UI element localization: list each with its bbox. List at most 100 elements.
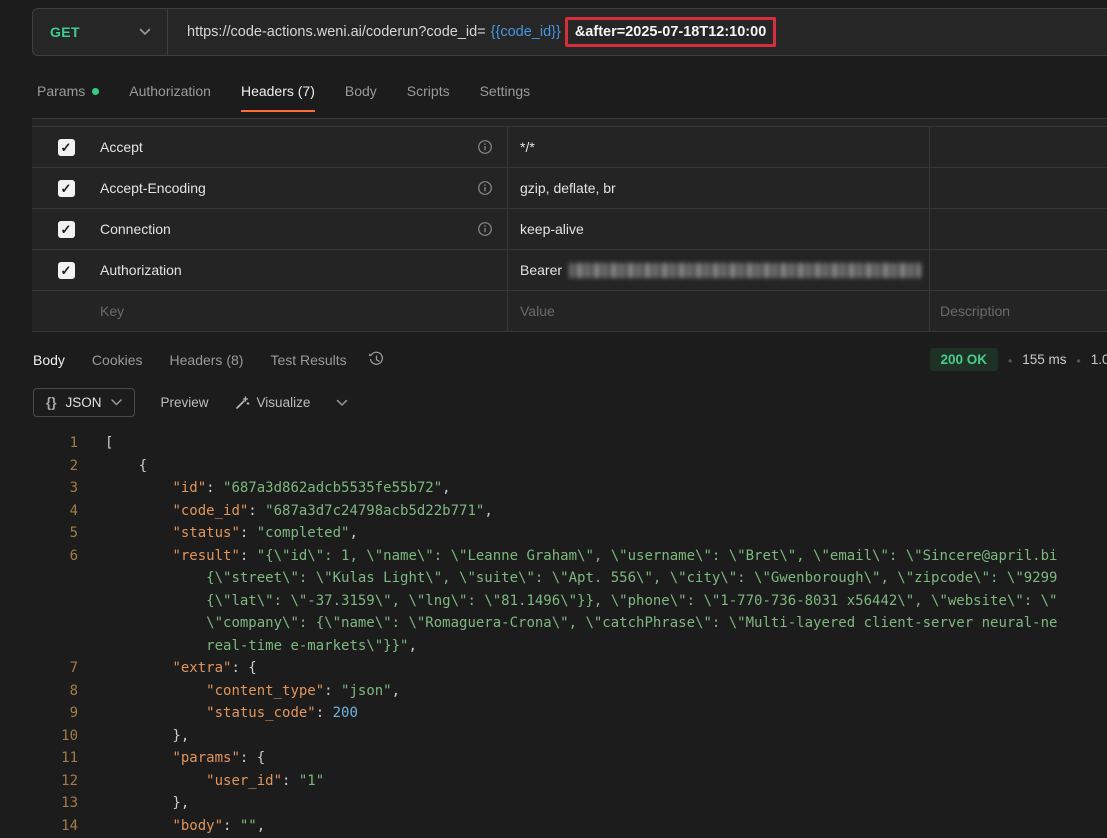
line-number: 1: [0, 432, 78, 455]
url-bar: GET https://code-actions.weni.ai/coderun…: [32, 8, 1107, 56]
tab-body[interactable]: Body: [345, 83, 377, 112]
code-line: 12 "user_id": "1": [0, 770, 1107, 793]
url-input[interactable]: https://code-actions.weni.ai/coderun?cod…: [168, 17, 776, 47]
method-label: GET: [50, 24, 80, 40]
response-tab-cookies[interactable]: Cookies: [92, 352, 143, 368]
header-key[interactable]: Connection: [100, 221, 171, 237]
params-green-dot-icon: [92, 88, 99, 95]
tab-settings[interactable]: Settings: [480, 83, 531, 112]
code-line: 3 "id": "687a3d862adcb5535fe55b72",: [0, 477, 1107, 500]
description-cell[interactable]: [930, 209, 1107, 249]
code-line: 8 "content_type": "json",: [0, 680, 1107, 703]
line-number: 5: [0, 522, 78, 545]
status-badge[interactable]: 200 OK: [930, 348, 999, 371]
row-checkbox[interactable]: [58, 221, 75, 238]
row-checkbox[interactable]: [58, 139, 75, 156]
chevron-down-icon: [111, 399, 122, 406]
preview-label: Preview: [161, 395, 209, 410]
visualize-label: Visualize: [257, 395, 311, 410]
code-line: 13 },: [0, 792, 1107, 815]
response-tab-test-results[interactable]: Test Results: [270, 352, 346, 368]
value-placeholder[interactable]: Value: [520, 303, 555, 319]
format-select[interactable]: {} JSON: [33, 388, 135, 417]
tab-authorization[interactable]: Authorization: [129, 83, 211, 112]
history-icon[interactable]: [368, 351, 385, 368]
header-value[interactable]: gzip, deflate, br: [520, 180, 616, 196]
key-cell: Accept: [100, 127, 508, 167]
code-line: 10 },: [0, 725, 1107, 748]
braces-icon: {}: [46, 395, 57, 410]
request-tabs: Params Authorization Headers (7) Body Sc…: [37, 83, 1107, 112]
key-placeholder[interactable]: Key: [100, 303, 124, 319]
line-number: [0, 612, 78, 635]
line-number: 12: [0, 770, 78, 793]
response-json-viewer[interactable]: 1[2 {3 "id": "687a3d862adcb5535fe55b72",…: [0, 432, 1107, 837]
checkbox-cell: [32, 221, 100, 238]
header-value[interactable]: */*: [520, 139, 535, 155]
code-line: \"company\": {\"name\": \"Romaguera-Cron…: [0, 612, 1107, 635]
response-tab-body[interactable]: Body: [33, 352, 65, 368]
code-lines: 1[2 {3 "id": "687a3d862adcb5535fe55b72",…: [0, 432, 1107, 837]
code-line: 1[: [0, 432, 1107, 455]
header-row-accept-encoding: Accept-Encoding gzip, deflate, br: [32, 168, 1107, 209]
visualize-button[interactable]: Visualize: [235, 395, 311, 410]
response-size[interactable]: 1.03: [1091, 352, 1107, 367]
code-line: 9 "status_code": 200: [0, 702, 1107, 725]
description-cell[interactable]: [930, 168, 1107, 208]
value-cell: */*: [508, 127, 930, 167]
header-key[interactable]: Authorization: [100, 262, 182, 278]
info-icon[interactable]: [477, 139, 493, 155]
description-cell[interactable]: [930, 250, 1107, 290]
tab-label: Headers (7): [241, 83, 315, 99]
tab-params[interactable]: Params: [37, 83, 99, 112]
response-tabs: Body Cookies Headers (8) Test Results 20…: [33, 348, 1107, 371]
code-line: {\"lat\": \"-37.3159\", \"lng\": \"81.14…: [0, 590, 1107, 613]
separator-dot: [1077, 352, 1081, 368]
tab-label: Params: [37, 83, 85, 99]
code-line: 7 "extra": {: [0, 657, 1107, 680]
line-number: [0, 567, 78, 590]
tab-label: Authorization: [129, 83, 211, 99]
description-cell: Description: [930, 291, 1107, 331]
line-number: [0, 590, 78, 613]
info-icon[interactable]: [477, 180, 493, 196]
url-highlight-annotation: &after=2025-07-18T12:10:00: [565, 17, 776, 47]
line-number: 14: [0, 815, 78, 838]
header-key[interactable]: Accept-Encoding: [100, 180, 206, 196]
tab-scripts[interactable]: Scripts: [407, 83, 450, 112]
header-value[interactable]: Bearer: [520, 262, 562, 278]
line-number: 9: [0, 702, 78, 725]
info-icon[interactable]: [477, 221, 493, 237]
url-base-text: https://code-actions.weni.ai/coderun?cod…: [187, 24, 486, 40]
code-line: real-time e-markets\"}}",: [0, 635, 1107, 658]
code-line: 6 "result": "{\"id\": 1, \"name\": \"Lea…: [0, 545, 1107, 568]
row-checkbox[interactable]: [58, 180, 75, 197]
value-cell: gzip, deflate, br: [508, 168, 930, 208]
separator-dot: [1008, 352, 1012, 368]
method-select[interactable]: GET: [33, 9, 168, 55]
response-tab-headers[interactable]: Headers (8): [170, 352, 244, 368]
line-number: 10: [0, 725, 78, 748]
header-key[interactable]: Accept: [100, 139, 143, 155]
description-cell[interactable]: [930, 127, 1107, 167]
line-number: [0, 635, 78, 658]
response-body-toolbar: {} JSON Preview Visualize: [33, 388, 1107, 417]
line-number: 6: [0, 545, 78, 568]
tab-headers[interactable]: Headers (7): [241, 83, 315, 112]
preview-button[interactable]: Preview: [161, 395, 209, 410]
code-line: 14 "body": "",: [0, 815, 1107, 838]
description-placeholder[interactable]: Description: [940, 303, 1010, 319]
chevron-down-icon[interactable]: [336, 399, 348, 407]
response-time[interactable]: 155 ms: [1022, 352, 1066, 367]
header-value[interactable]: keep-alive: [520, 221, 584, 237]
line-number: 8: [0, 680, 78, 703]
row-checkbox[interactable]: [58, 262, 75, 279]
redacted-token: [569, 263, 921, 278]
value-cell: keep-alive: [508, 209, 930, 249]
key-cell: Accept-Encoding: [100, 168, 508, 208]
magic-wand-icon: [235, 395, 250, 410]
checkbox-cell: [32, 180, 100, 197]
key-cell: Authorization: [100, 250, 508, 290]
tab-label: Settings: [480, 83, 531, 99]
checkbox-cell: [32, 139, 100, 156]
